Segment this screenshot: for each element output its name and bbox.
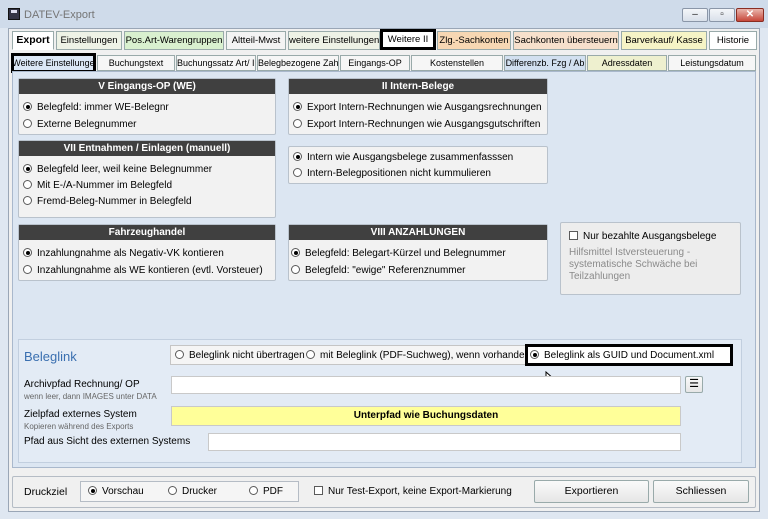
- title-bar: DATEV-Export – ▫ ✕: [0, 0, 768, 28]
- subtab-adressdaten[interactable]: Adressdaten: [587, 55, 667, 71]
- intern-zusammenfassen-group: Intern wie Ausgangsbelege zusammenfassse…: [288, 146, 548, 184]
- checkbox-test-export[interactable]: Nur Test-Export, keine Export-Markierung: [314, 486, 512, 497]
- window-title: DATEV-Export: [24, 9, 95, 21]
- group-title: VIII ANZAHLUNGEN: [289, 225, 547, 240]
- subtab-belegbezogene-zah[interactable]: Belegbezogene Zah: [257, 55, 339, 71]
- beleglink-title: Beleglink: [24, 349, 77, 364]
- tab-einstellungen[interactable]: Einstellungen: [56, 31, 122, 50]
- radio-dot: [293, 102, 302, 111]
- archivpfad-input[interactable]: [171, 376, 681, 394]
- maximize-button[interactable]: ▫: [709, 8, 735, 22]
- radio-dot: [291, 248, 300, 257]
- radio-vorschau[interactable]: Vorschau: [88, 485, 144, 499]
- minimize-button[interactable]: –: [682, 8, 708, 22]
- zielpfad-label: Zielpfad externes System: [24, 409, 137, 420]
- radio-ea-nummer[interactable]: Mit E-/A-Nummer im Belegfeld: [23, 179, 172, 193]
- subtab-weitere-einstellungen[interactable]: Weitere Einstellunge: [11, 53, 96, 73]
- istversteuerung-box: Nur bezahlte Ausgangsbelege Hilfsmittel …: [560, 222, 741, 295]
- radio-dot: [23, 265, 32, 274]
- intern-belege-group: II Intern-Belege Export Intern-Rechnunge…: [288, 78, 548, 135]
- radio-dot: [306, 350, 315, 359]
- radio-als-we-kontieren[interactable]: Inzahlungnahme als WE kontieren (evtl. V…: [23, 264, 263, 278]
- radio-beleglink-pdf[interactable]: mit Beleglink (PDF-Suchweg), wenn vorhan…: [306, 349, 530, 363]
- checkbox: [569, 231, 578, 240]
- subtab-differenzb-fzg[interactable]: Differenzb. Fzg / Ab: [504, 55, 586, 71]
- radio-dot: [88, 486, 97, 495]
- entnahmen-group: VII Entnahmen / Einlagen (manuell) Beleg…: [18, 140, 276, 218]
- radio-beleglink-nicht[interactable]: Beleglink nicht übertragen: [175, 349, 305, 363]
- radio-dot: [23, 119, 32, 128]
- radio-dot: [293, 119, 302, 128]
- radio-fremd-beleg-nummer[interactable]: Fremd-Beleg-Nummer in Belegfeld: [23, 195, 192, 209]
- subtab-eingangs-op[interactable]: Eingangs-OP: [340, 55, 410, 71]
- tab-sachkonten-uebersteuern[interactable]: Sachkonten übersteuern: [513, 31, 619, 50]
- tab-historie[interactable]: Historie: [709, 31, 757, 50]
- radio-belegfeld-leer[interactable]: Belegfeld leer, weil keine Belegnummer: [23, 163, 212, 177]
- subtab-kostenstellen[interactable]: Kostenstellen: [411, 55, 503, 71]
- radio-pdf[interactable]: PDF: [249, 485, 283, 499]
- subtab-leistungsdatum[interactable]: Leistungsdatum: [668, 55, 756, 71]
- zielpfad-hint: Kopieren während des Exports: [24, 422, 134, 431]
- radio-intern-ausgangsrechnungen[interactable]: Export Intern-Rechnungen wie Ausgangsrec…: [293, 101, 542, 115]
- radio-intern-nicht-kummulieren[interactable]: Intern-Belegpositionen nicht kummulieren: [293, 167, 491, 181]
- floppy-disk-icon: [8, 8, 20, 20]
- subtab-buchungstext[interactable]: Buchungstext: [97, 55, 175, 71]
- radio-belegart-kuerzel[interactable]: Belegfeld: Belegart-Kürzel und Belegnumm…: [291, 247, 506, 261]
- hamburger-icon[interactable]: ☰: [685, 376, 703, 393]
- group-title: II Intern-Belege: [289, 79, 547, 94]
- radio-dot: [168, 486, 177, 495]
- radio-dot: [291, 265, 300, 274]
- tab-weitere-einstellungen[interactable]: weitere Einstellungen: [288, 31, 380, 50]
- tab-zlg-sachkonten[interactable]: Zlg.-Sachkonten: [437, 31, 511, 50]
- checkbox-nur-bezahlte[interactable]: Nur bezahlte Ausgangsbelege: [569, 231, 716, 242]
- radio-dot: [23, 196, 32, 205]
- istversteuerung-note: Hilfsmittel Istversteuerung - systematis…: [569, 247, 698, 282]
- fahrzeughandel-group: Fahrzeughandel Inzahlungnahme als Negati…: [18, 224, 276, 281]
- tab-export[interactable]: Export: [12, 31, 54, 50]
- radio-drucker[interactable]: Drucker: [168, 485, 217, 499]
- radio-dot: [23, 248, 32, 257]
- archivpfad-hint: wenn leer, dann IMAGES unter DATA: [24, 392, 157, 401]
- close-button[interactable]: ✕: [736, 8, 764, 22]
- zielpfad-button[interactable]: Unterpfad wie Buchungsdaten: [171, 406, 681, 426]
- exportieren-button[interactable]: Exportieren: [534, 480, 649, 503]
- anzahlungen-group: VIII ANZAHLUNGEN Belegfeld: Belegart-Kür…: [288, 224, 548, 281]
- tab-weitere-ii[interactable]: Weitere II: [380, 29, 436, 50]
- radio-dot: [23, 180, 32, 189]
- pfad-extern-input[interactable]: [208, 433, 681, 451]
- radio-dot: [530, 350, 539, 359]
- tab-barverkauf-kasse[interactable]: Barverkauf/ Kasse: [621, 31, 707, 50]
- group-title: Fahrzeughandel: [19, 225, 275, 240]
- radio-negativ-vk[interactable]: Inzahlungnahme als Negativ-VK kontieren: [23, 247, 224, 261]
- tab-pos-art-warengruppen[interactable]: Pos.Art-Warengruppen: [124, 31, 224, 50]
- radio-dot: [23, 102, 32, 111]
- subtab-buchungssatz-art[interactable]: Buchungssatz Art/ In: [176, 55, 256, 71]
- druckziel-label: Druckziel: [24, 486, 68, 498]
- archivpfad-label: Archivpfad Rechnung/ OP: [24, 379, 140, 390]
- group-title: V Eingangs-OP (WE): [19, 79, 275, 94]
- radio-we-belegnr[interactable]: Belegfeld: immer WE-Belegnr: [23, 101, 169, 115]
- radio-dot: [293, 152, 302, 161]
- radio-dot: [175, 350, 184, 359]
- checkbox: [314, 486, 323, 495]
- schliessen-button[interactable]: Schliessen: [653, 480, 749, 503]
- radio-intern-ausgangsgutschriften[interactable]: Export Intern-Rechnungen wie Ausgangsgut…: [293, 118, 540, 132]
- radio-ewige-referenznummer[interactable]: Belegfeld: "ewige" Referenznummer: [291, 264, 466, 278]
- radio-externe-belegnummer[interactable]: Externe Belegnummer: [23, 118, 137, 132]
- radio-intern-zusammenfassen[interactable]: Intern wie Ausgangsbelege zusammenfassse…: [293, 151, 513, 165]
- group-title: VII Entnahmen / Einlagen (manuell): [19, 141, 275, 156]
- radio-dot: [249, 486, 258, 495]
- tab-altteil-mwst[interactable]: Altteil-Mwst: [226, 31, 286, 50]
- radio-dot: [293, 168, 302, 177]
- radio-dot: [23, 164, 32, 173]
- radio-beleglink-guid[interactable]: Beleglink als GUID und Document.xml: [530, 349, 714, 363]
- pfad-extern-label: Pfad aus Sicht des externen Systems: [24, 436, 191, 447]
- eingangs-op-group: V Eingangs-OP (WE) Belegfeld: immer WE-B…: [18, 78, 276, 135]
